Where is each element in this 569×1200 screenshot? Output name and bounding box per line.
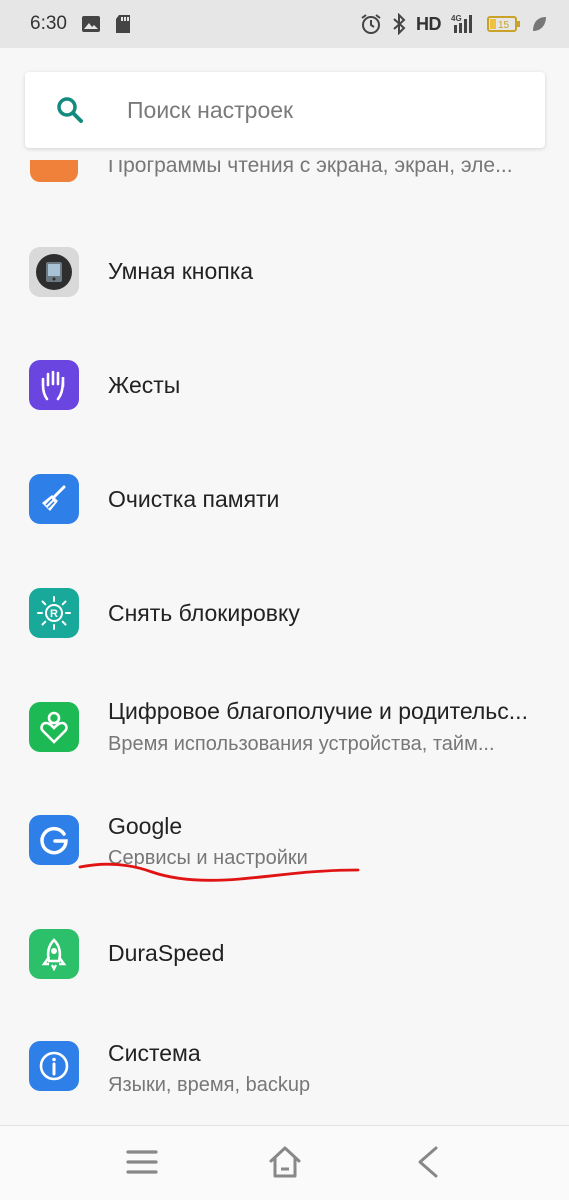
list-item-gestures[interactable]: Жесты — [0, 336, 569, 436]
list-item-system[interactable]: Система Языки, время, backup — [0, 1020, 569, 1120]
back-icon — [412, 1145, 442, 1184]
wellbeing-icon — [29, 702, 79, 752]
list-item-title: Google — [108, 813, 183, 839]
battery-icon: 15 — [487, 15, 521, 33]
list-item-digital-wellbeing[interactable]: Цифровое благополучие и родительс... Вре… — [0, 678, 569, 778]
menu-icon — [125, 1147, 159, 1182]
smart-button-icon — [29, 247, 79, 297]
home-button[interactable] — [263, 1142, 307, 1186]
image-notification-icon — [81, 15, 101, 33]
navigation-bar — [0, 1125, 569, 1200]
back-button[interactable] — [405, 1142, 449, 1186]
info-icon — [29, 1041, 79, 1091]
broom-icon — [29, 474, 79, 524]
list-item-title: Цифровое благополучие и родительс... — [108, 698, 528, 724]
list-item-memory-cleanup[interactable]: Очистка памяти — [0, 450, 569, 550]
home-icon — [267, 1145, 303, 1184]
list-item-title: DuraSpeed — [108, 940, 225, 966]
leaf-icon — [531, 15, 547, 33]
accessibility-icon — [30, 160, 78, 182]
network-hd-label: HD — [416, 13, 442, 34]
settings-list[interactable]: Программы чтения с экрана, экран, эле...… — [0, 160, 569, 1125]
settings-search-bar[interactable]: Поиск настроек — [25, 72, 545, 148]
list-item-title: Умная кнопка — [108, 258, 254, 284]
list-item-subtitle: Сервисы и настройки — [108, 847, 308, 869]
list-item-title: Снять блокировку — [108, 600, 300, 626]
list-item-accessibility[interactable]: Программы чтения с экрана, экран, эле... — [0, 160, 569, 190]
list-item-unlock[interactable]: R Снять блокировку — [0, 564, 569, 664]
list-item-duraspeed[interactable]: DuraSpeed — [0, 904, 569, 1004]
status-bar: 6:30 HD 4G 15 — [0, 0, 569, 48]
alarm-icon — [360, 13, 382, 35]
list-item-title: Жесты — [108, 372, 181, 398]
search-input[interactable]: Поиск настроек — [127, 97, 293, 124]
svg-text:15: 15 — [498, 20, 510, 31]
search-icon — [25, 94, 115, 126]
list-item-subtitle: Программы чтения с экрана, экран, эле... — [108, 160, 513, 177]
menu-button[interactable] — [120, 1142, 164, 1186]
list-item-title: Система — [108, 1040, 201, 1066]
sd-card-icon — [115, 14, 131, 34]
svg-text:4G: 4G — [451, 14, 462, 23]
list-item-subtitle: Время использования устройства, тайм... — [108, 733, 495, 755]
list-item-google[interactable]: Google Сервисы и настройки — [0, 793, 569, 893]
hand-gesture-icon — [29, 360, 79, 410]
status-time: 6:30 — [30, 13, 67, 34]
list-item-subtitle: Языки, время, backup — [108, 1074, 311, 1096]
list-item-smart-button[interactable]: Умная кнопка — [0, 222, 569, 322]
signal-icon: 4G — [451, 13, 477, 35]
list-item-title: Очистка памяти — [108, 486, 280, 512]
bluetooth-icon — [392, 13, 406, 35]
unlock-icon: R — [29, 588, 79, 638]
svg-text:R: R — [50, 608, 58, 620]
rocket-icon — [29, 929, 79, 979]
google-icon — [29, 815, 79, 865]
